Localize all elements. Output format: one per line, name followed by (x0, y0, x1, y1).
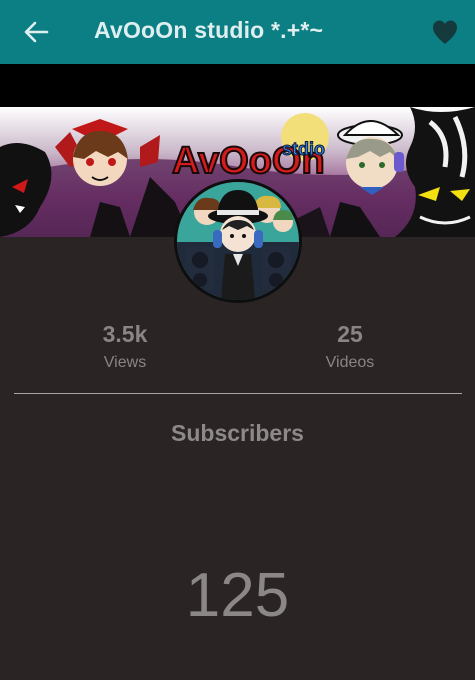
back-button[interactable] (0, 0, 72, 64)
channel-avatar[interactable] (174, 179, 302, 303)
page-title: AvOoOn studio *.+*~ (94, 16, 324, 43)
heart-icon (433, 20, 457, 44)
banner-logo-sub: stdio (282, 139, 325, 159)
avatar-art (177, 182, 299, 300)
videos-stat[interactable]: 25 Videos (280, 321, 420, 372)
videos-label: Videos (325, 354, 375, 371)
views-label: Views (103, 354, 147, 371)
views-count: 3.5k (102, 321, 148, 347)
app-bar: AvOoOn studio *.+*~ (0, 0, 475, 64)
favorite-button[interactable] (415, 0, 475, 64)
header-backdrop (0, 64, 475, 107)
subscribers-label: Subscribers (171, 420, 304, 446)
views-stat: 3.5k Views (55, 321, 195, 372)
divider (14, 393, 462, 394)
arrow-left-icon (24, 21, 49, 43)
subscribers-count: 125 (185, 561, 290, 630)
videos-count: 25 (337, 321, 363, 347)
